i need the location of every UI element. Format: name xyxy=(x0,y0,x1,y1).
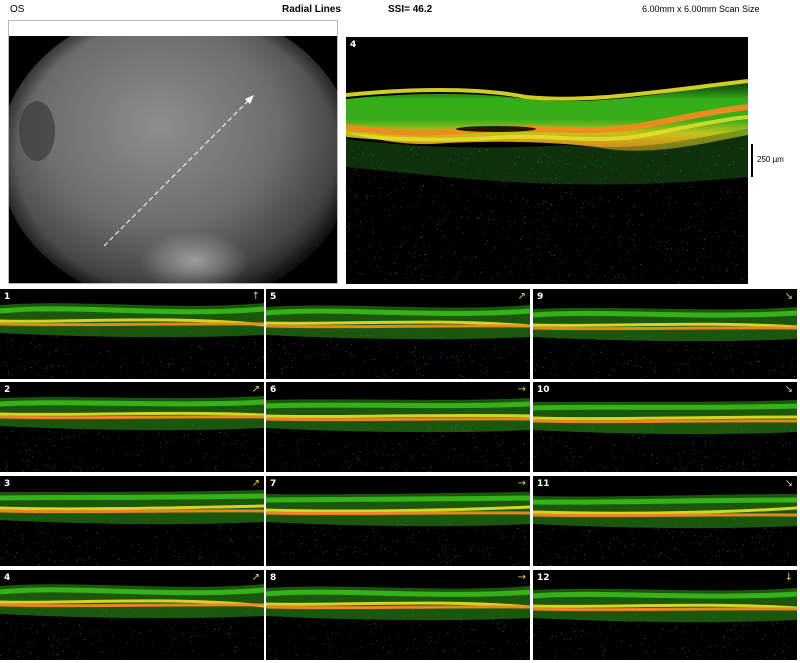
fundus-image[interactable] xyxy=(9,36,337,283)
oct-bscan-image xyxy=(0,396,264,472)
oct-bscan-image xyxy=(533,588,797,660)
radial-scan-10[interactable]: 10 ↘ xyxy=(533,382,797,472)
radial-scan-9[interactable]: 9 ↘ xyxy=(533,289,797,379)
radial-scan-3[interactable]: 3 ↗ xyxy=(0,476,264,566)
radial-scan-7[interactable]: 7 → xyxy=(266,476,530,566)
scale-bar xyxy=(751,144,753,177)
radial-scan-grid: 1 ↑ 5 ↗ 9 ↘ 2 ↗ 6 → 10 ↘ 3 ↗ 7 → 11 ↘ 4 … xyxy=(0,289,800,663)
speckle-noise xyxy=(0,423,264,472)
oct-bscan-image xyxy=(0,303,264,379)
oct-bscan-image xyxy=(266,398,530,472)
signal-strength-label: SSI= 46.2 xyxy=(388,4,433,15)
scan-number: 12 xyxy=(537,573,550,583)
direction-arrow-icon: ↗ xyxy=(251,384,260,395)
direction-arrow-icon: → xyxy=(517,384,526,395)
oct-bscan-image xyxy=(533,494,797,566)
scan-pattern-label: Radial Lines xyxy=(282,4,341,15)
direction-arrow-icon: ↘ xyxy=(784,478,793,489)
scan-number: 3 xyxy=(4,479,11,489)
radial-scan-1[interactable]: 1 ↑ xyxy=(0,289,264,379)
scan-number: 1 xyxy=(4,292,11,302)
fundus-panel xyxy=(8,20,338,284)
radial-scan-4[interactable]: 4 ↗ xyxy=(0,570,264,660)
direction-arrow-icon: ↗ xyxy=(251,572,260,583)
scan-number: 2 xyxy=(4,385,11,395)
oct-bscan-image xyxy=(533,400,797,472)
scan-number: 7 xyxy=(270,479,277,489)
direction-arrow-icon: ↓ xyxy=(784,572,793,583)
oct-bscan-image xyxy=(266,586,530,660)
main-scan-number: 4 xyxy=(350,40,357,50)
scale-bar-label: 250 µm xyxy=(757,155,784,164)
direction-arrow-icon: → xyxy=(517,572,526,583)
scan-number: 6 xyxy=(270,385,277,395)
main-scan-image xyxy=(346,79,748,284)
oct-bscan-image xyxy=(266,305,530,379)
oct-bscan-image xyxy=(0,490,264,566)
direction-arrow-icon: ↗ xyxy=(251,478,260,489)
scan-number: 9 xyxy=(537,292,544,302)
direction-arrow-icon: ↘ xyxy=(784,384,793,395)
radial-scan-12[interactable]: 12 ↓ xyxy=(533,570,797,660)
oct-bscan-image xyxy=(533,307,797,379)
scan-number: 11 xyxy=(537,479,550,489)
oct-bscan-image xyxy=(0,584,264,660)
direction-arrow-icon: ↗ xyxy=(517,291,526,302)
radial-scan-11[interactable]: 11 ↘ xyxy=(533,476,797,566)
scan-number: 5 xyxy=(270,292,277,302)
direction-arrow-icon: → xyxy=(517,478,526,489)
radial-scan-8[interactable]: 8 → xyxy=(266,570,530,660)
scan-number: 4 xyxy=(4,573,11,583)
main-oct-scan[interactable]: 4 xyxy=(346,37,748,284)
scan-number: 10 xyxy=(537,385,550,395)
scan-size-label: 6.00mm x 6.00mm Scan Size xyxy=(642,4,760,14)
radial-scan-5[interactable]: 5 ↗ xyxy=(266,289,530,379)
direction-arrow-icon: ↘ xyxy=(784,291,793,302)
eye-label: OS xyxy=(10,4,25,15)
radial-scan-2[interactable]: 2 ↗ xyxy=(0,382,264,472)
radial-scan-6[interactable]: 6 → xyxy=(266,382,530,472)
direction-arrow-icon: ↑ xyxy=(251,291,260,302)
oct-bscan-image xyxy=(266,492,530,566)
scan-number: 8 xyxy=(270,573,277,583)
